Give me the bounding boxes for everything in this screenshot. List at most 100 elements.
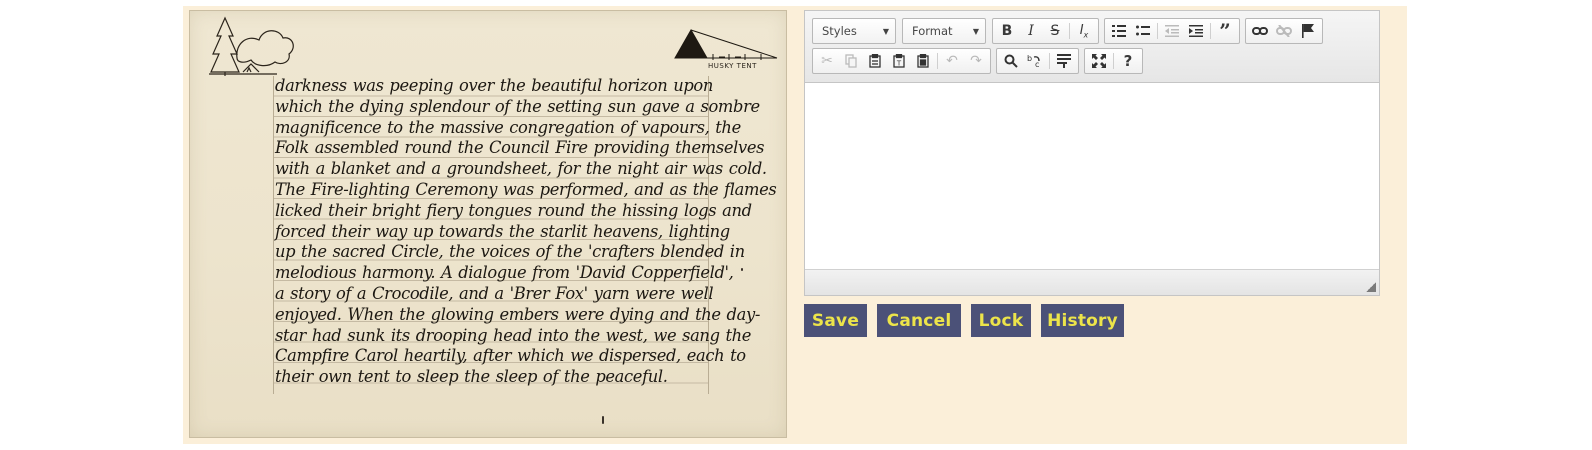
numbered-list-button[interactable]: [1107, 20, 1131, 42]
manuscript-line: forced their way up towards the starlit …: [275, 221, 730, 241]
manuscript-line: melodious harmony. A dialogue from 'Davi…: [275, 263, 734, 283]
strikethrough-icon: S: [1050, 23, 1060, 39]
toolbar-separator: [937, 53, 938, 69]
manuscript-line: Folk assembled round the Council Fire pr…: [275, 138, 765, 158]
editor-content-area[interactable]: [805, 83, 1379, 269]
svg-text:c: c: [1035, 60, 1039, 68]
cut-button[interactable]: ✂: [815, 50, 839, 72]
tools-group: ?: [1084, 48, 1143, 74]
format-dropdown[interactable]: Format ▼: [902, 18, 986, 44]
svg-text:T: T: [896, 60, 902, 68]
toolbar-separator: [1157, 23, 1158, 39]
editor-status-bar: [805, 269, 1379, 295]
blockquote-button[interactable]: ”: [1213, 19, 1237, 43]
toolbar-row-1: Styles ▼ Format ▼ B I S Ix ”: [812, 18, 1328, 44]
manuscript-line: which the dying splendour of the setting…: [275, 96, 760, 116]
manuscript-line: their own tent to sleep the sleep of the…: [275, 367, 668, 387]
history-button[interactable]: History: [1041, 304, 1124, 337]
husky-tent-sketch: [674, 28, 778, 60]
select-all-button[interactable]: [1052, 50, 1076, 72]
quote-icon: ”: [1219, 19, 1231, 43]
remove-format-icon: Ix: [1079, 22, 1089, 40]
toolbar-row-2: ✂ T ↶ ↷ b c ?: [812, 48, 1148, 74]
manuscript-line: a story of a Crocodile, and a 'Brer Fox'…: [275, 283, 714, 303]
manuscript-line: with a blanket and a groundsheet, for th…: [275, 159, 767, 179]
link-button[interactable]: [1248, 20, 1272, 42]
scissors-icon: ✂: [821, 53, 833, 69]
manuscript-line: up the sacred Circle, the voices of the …: [275, 242, 745, 262]
svg-text:b: b: [1027, 54, 1032, 63]
numbered-list-icon: [1112, 25, 1126, 37]
paste-text-button[interactable]: T: [887, 50, 911, 72]
bold-icon: B: [1001, 23, 1013, 39]
manuscript-line: The Fire-lighting Ceremony was performed…: [275, 179, 777, 199]
remove-format-button[interactable]: Ix: [1072, 20, 1096, 42]
cancel-button[interactable]: Cancel: [877, 304, 961, 337]
editor-toolbar: Styles ▼ Format ▼ B I S Ix ” ✂ T ↶ ↷ b c…: [805, 11, 1379, 83]
maximize-icon: [1092, 54, 1106, 68]
bulleted-list-icon: [1136, 25, 1150, 36]
strikethrough-button[interactable]: S: [1043, 20, 1067, 42]
resize-handle-icon[interactable]: [1366, 282, 1376, 292]
manuscript-line: star had sunk its drooping head into the…: [275, 325, 752, 345]
maximize-button[interactable]: [1087, 50, 1111, 72]
manuscript-line: enjoyed. When the glowing embers were dy…: [275, 304, 760, 324]
ink-mark: [741, 268, 743, 271]
styles-dropdown[interactable]: Styles ▼: [812, 18, 896, 44]
italic-icon: I: [1028, 23, 1034, 39]
outdent-icon: [1165, 25, 1179, 37]
links-group: [1245, 18, 1323, 44]
ink-mark: [602, 416, 604, 424]
manuscript-line: magnificence to the massive congregation…: [275, 117, 741, 137]
paste-word-icon: [917, 54, 929, 68]
search-icon: [1004, 54, 1018, 68]
toolbar-separator: [1113, 53, 1114, 69]
bold-button[interactable]: B: [995, 20, 1019, 42]
transcription-workspace: HUSKY TENT darkness was peeping over the…: [183, 6, 1407, 444]
toolbar-separator: [1049, 53, 1050, 69]
paragraph-group: ”: [1104, 18, 1240, 44]
help-button[interactable]: ?: [1116, 50, 1140, 72]
styles-dropdown-label: Styles: [822, 24, 857, 38]
outdent-button[interactable]: [1160, 20, 1184, 42]
toolbar-separator: [1210, 23, 1211, 39]
paste-icon: [869, 54, 881, 68]
clipboard-group: ✂ T ↶ ↷: [812, 48, 991, 74]
redo-icon: ↷: [970, 53, 982, 69]
bulleted-list-button[interactable]: [1131, 20, 1155, 42]
indent-button[interactable]: [1184, 20, 1208, 42]
undo-button[interactable]: ↶: [940, 50, 964, 72]
editing-group: bc: [996, 48, 1079, 74]
chevron-down-icon: ▼: [972, 26, 979, 36]
action-buttons: Save Cancel Lock History: [804, 304, 1134, 337]
save-button[interactable]: Save: [804, 304, 867, 337]
italic-button[interactable]: I: [1019, 20, 1043, 42]
link-icon: [1252, 27, 1268, 35]
help-icon: ?: [1123, 52, 1133, 70]
anchor-button[interactable]: [1296, 20, 1320, 42]
find-button[interactable]: [999, 50, 1023, 72]
paste-text-icon: T: [893, 54, 905, 68]
manuscript-text: darkness was peeping over the beautiful …: [275, 76, 777, 388]
lock-button[interactable]: Lock: [971, 304, 1031, 337]
manuscript-line: licked their bright fiery tongues round …: [275, 200, 752, 220]
format-dropdown-label: Format: [912, 24, 953, 38]
undo-icon: ↶: [946, 53, 958, 69]
manuscript-line: darkness was peeping over the beautiful …: [275, 76, 714, 95]
campfire-sketch: [209, 16, 294, 76]
unlink-button[interactable]: [1272, 20, 1296, 42]
replace-button[interactable]: bc: [1023, 50, 1047, 72]
basic-styles-group: B I S Ix: [992, 18, 1099, 44]
paste-word-button[interactable]: [911, 50, 935, 72]
paste-button[interactable]: [863, 50, 887, 72]
manuscript-page-image: HUSKY TENT darkness was peeping over the…: [189, 10, 787, 438]
flag-icon: [1302, 24, 1314, 38]
redo-button[interactable]: ↷: [964, 50, 988, 72]
indent-icon: [1189, 25, 1203, 37]
husky-tent-label: HUSKY TENT: [708, 62, 757, 70]
copy-button[interactable]: [839, 50, 863, 72]
rich-text-editor: Styles ▼ Format ▼ B I S Ix ” ✂ T ↶ ↷ b c…: [804, 10, 1380, 296]
replace-icon: bc: [1027, 54, 1040, 68]
chevron-down-icon: ▼: [882, 26, 889, 36]
unlink-icon: [1276, 25, 1292, 37]
